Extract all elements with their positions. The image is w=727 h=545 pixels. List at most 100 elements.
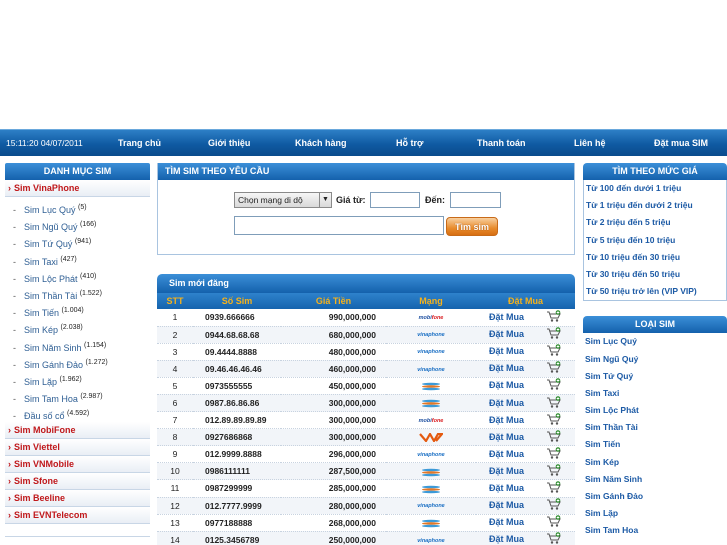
sim-type-link[interactable]: Sim Ngũ Quý <box>583 351 727 368</box>
sim-type-link[interactable]: Sim Tam Hoa <box>583 522 727 539</box>
top-navbar: 15:11:20 04/07/2011 Trang chủ Giới thiệu… <box>0 129 727 156</box>
buy-link[interactable]: Đặt Mua <box>476 531 575 545</box>
buy-link[interactable]: Đặt Mua <box>476 326 575 344</box>
price-range-link[interactable]: Từ 2 triệu đến 5 triệu <box>584 214 726 231</box>
table-row: 7 012.89.89.89.89 300,000,000 mobifone Đặt M… <box>157 411 575 430</box>
network-item[interactable]: Sim MobiFone <box>5 422 150 440</box>
sidebar-item-category[interactable]: - Sim Thần Tài (1.522) <box>5 285 150 302</box>
row-price: 300,000,000 <box>281 428 386 447</box>
sim-number-input[interactable] <box>234 216 444 235</box>
cart-icon[interactable] <box>546 395 562 411</box>
cart-icon[interactable] <box>546 378 562 393</box>
nav-home[interactable]: Trang chủ <box>118 138 161 148</box>
sim-type-link[interactable]: Sim Tứ Quý <box>583 368 727 385</box>
sim-type-link[interactable]: Sim Năm Sinh <box>583 471 727 488</box>
row-network: vinaphone <box>386 531 476 545</box>
network-item[interactable]: Sim Sfone <box>5 473 150 491</box>
cart-icon[interactable] <box>546 361 562 376</box>
sim-type-link[interactable]: Sim Lục Quý <box>583 333 727 350</box>
nav-customers[interactable]: Khách hàng <box>295 138 347 148</box>
row-number: 0973555555 <box>193 377 281 395</box>
price-range-link[interactable]: Từ 1 triệu đến dưới 2 triệu <box>584 197 726 214</box>
sidebar-item-category[interactable]: - Đầu số cổ (4.592) <box>5 405 150 422</box>
cart-icon[interactable] <box>546 532 562 545</box>
price-range-link[interactable]: Từ 30 triệu đến 50 triệu <box>584 266 726 283</box>
cart-icon[interactable] <box>546 481 562 496</box>
buy-link[interactable]: Đặt Mua <box>476 479 575 498</box>
buy-link[interactable]: Đặt Mua <box>476 445 575 464</box>
sim-type-link[interactable]: Sim Kép <box>583 454 727 471</box>
buy-link[interactable]: Đặt Mua <box>476 309 575 327</box>
cart-icon[interactable] <box>546 464 562 479</box>
category-name: Sim Lộc Phát <box>24 273 78 284</box>
row-price: 285,000,000 <box>281 479 386 498</box>
price-range-link[interactable]: Từ 50 triệu trở lên (VIP VIP) <box>584 283 726 300</box>
sidebar-item-category[interactable]: - Sim Tam Hoa (2.987) <box>5 388 150 405</box>
sim-type-link[interactable]: Sim Taxi <box>583 385 727 402</box>
network-vinaphone[interactable]: Sim VinaPhone <box>5 180 150 197</box>
buy-link[interactable]: Đặt Mua <box>476 377 575 395</box>
buy-link[interactable]: Đặt Mua <box>476 343 575 361</box>
row-price: 287,500,000 <box>281 462 386 481</box>
cart-icon[interactable] <box>546 515 562 530</box>
category-name: Sim Lục Quý <box>24 205 76 215</box>
sim-type-link[interactable]: Sim Tiến <box>583 436 727 453</box>
sidebar-item-category[interactable]: - Sim Lặp (1.962) <box>5 371 150 388</box>
sim-type-link[interactable]: Sim Lặp <box>583 505 727 522</box>
cart-icon[interactable] <box>546 429 562 445</box>
search-box: TÌM SIM THEO YÊU CẦU Chọn mạng di dộ ▼ G… <box>157 163 575 255</box>
sidebar-item-category[interactable]: - Sim Năm Sinh (1.154) <box>5 337 150 354</box>
category-name: Sim Tứ Quý <box>24 239 73 250</box>
price-to-input[interactable] <box>450 192 501 208</box>
buy-link[interactable]: Đặt Mua <box>476 462 575 481</box>
price-range-link[interactable]: Từ 5 triệu đến 10 triệu <box>584 232 726 249</box>
sidebar-item-category[interactable]: - Sim Lộc Phát (410) <box>5 268 150 285</box>
cart-icon[interactable] <box>546 309 562 325</box>
sidebar-item-category[interactable]: - Sim Ngũ Quý (166) <box>5 216 150 233</box>
buy-link[interactable]: Đặt Mua <box>476 497 575 515</box>
buy-link[interactable]: Đặt Mua <box>476 514 575 532</box>
sidebar-item-category[interactable]: - Sim Tiến (1.004) <box>5 302 150 319</box>
nav-order-sim[interactable]: Đặt mua SIM <box>654 138 708 148</box>
category-name: Sim Kép <box>24 325 59 336</box>
nav-support[interactable]: Hỗ trợ <box>396 138 423 148</box>
price-from-input[interactable] <box>370 192 420 208</box>
network-select[interactable]: Chọn mạng di dộ ▼ <box>234 192 332 208</box>
network-item[interactable]: Sim EVNTelecom <box>5 507 150 525</box>
row-stt: 1 <box>157 309 193 327</box>
search-button[interactable]: Tìm sim <box>446 217 498 236</box>
nav-contact[interactable]: Liên hệ <box>574 138 606 148</box>
row-stt: 5 <box>157 377 193 395</box>
row-network: vinaphone <box>386 343 476 361</box>
category-count: (4.592) <box>67 410 90 418</box>
buy-link[interactable]: Đặt Mua <box>476 394 575 413</box>
network-item[interactable]: Sim VNMobile <box>5 456 150 474</box>
nav-about[interactable]: Giới thiệu <box>208 138 250 148</box>
price-range-link[interactable]: Từ 100 đến dưới 1 triệu <box>584 180 726 197</box>
buy-link[interactable]: Đặt Mua <box>476 428 575 447</box>
buy-label: Đặt Mua <box>488 397 524 408</box>
row-network <box>386 428 476 447</box>
sim-type-link[interactable]: Sim Lộc Phát <box>583 402 727 419</box>
bullet-dash: - <box>13 376 16 387</box>
cart-icon[interactable] <box>546 446 562 462</box>
buy-link[interactable]: Đặt Mua <box>476 360 575 378</box>
network-item[interactable]: Sim Beeline <box>5 490 150 508</box>
cart-icon[interactable] <box>546 344 562 359</box>
sim-type-link[interactable]: Sim Thần Tài <box>583 419 727 436</box>
sidebar-item-category[interactable]: - Sim Tứ Quý (941) <box>5 233 150 250</box>
cart-icon[interactable] <box>546 327 562 342</box>
cart-icon[interactable] <box>546 412 562 428</box>
nav-payment[interactable]: Thanh toán <box>477 138 526 148</box>
cart-icon[interactable] <box>546 498 562 513</box>
price-range-link[interactable]: Từ 10 triệu đến 30 triệu <box>584 249 726 266</box>
buy-link[interactable]: Đặt Mua <box>476 411 575 430</box>
network-item[interactable]: Sim Viettel <box>5 439 150 457</box>
sidebar-item-category[interactable]: - Sim Gánh Đảo (1.272) <box>5 354 150 371</box>
sidebar-item-category[interactable]: - Sim Taxi (427) <box>5 251 150 268</box>
sidebar-item-category[interactable]: - Sim Kép (2.038) <box>5 319 150 336</box>
sidebar-item-category[interactable]: - Sim Lục Quý (5) <box>5 199 150 216</box>
vinaphone-logo-icon: vinaphone <box>417 452 445 459</box>
sim-type-link[interactable]: Sim Gánh Đảo <box>583 488 727 505</box>
row-number: 012.7777.9999 <box>193 497 281 515</box>
